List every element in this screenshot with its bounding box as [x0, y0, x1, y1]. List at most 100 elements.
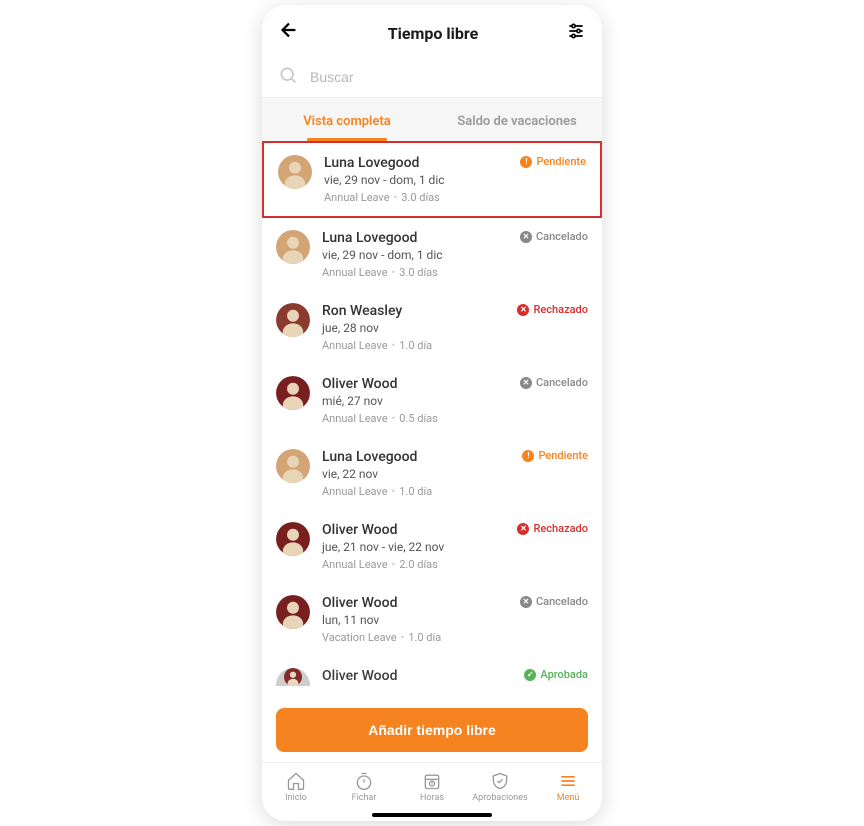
search-icon [278, 65, 298, 89]
item-content: Oliver Woodmié, 27 novAnnual Leave•0.5 d… [322, 376, 508, 425]
avatar [276, 668, 310, 686]
item-duration: 1.0 día [399, 339, 432, 352]
calendar-icon [422, 771, 442, 791]
item-name: Ron Weasley [322, 303, 505, 319]
list-item[interactable]: Luna Lovegoodvie, 29 nov - dom, 1 dicAnn… [262, 141, 602, 218]
header: Tiempo libre [262, 5, 602, 57]
item-duration: 3.0 días [399, 266, 438, 279]
item-duration: 3.0 días [401, 191, 440, 204]
filter-button[interactable] [566, 21, 586, 45]
item-leave-type: Annual Leave [322, 558, 388, 571]
list-item[interactable]: Oliver Wood lun, 11 nov Vacation Leave•1.0… [262, 583, 602, 656]
nav-label: Aprobaciones [472, 793, 527, 803]
item-duration: 1.0 día [399, 485, 432, 498]
item-date: vie, 22 nov [322, 467, 510, 481]
app-screen: Tiempo libre Vista completa Saldo de vac… [262, 5, 602, 821]
dot-separator: • [392, 558, 396, 571]
list-item[interactable]: Luna Lovegoodvie, 22 novAnnual Leave•1.0… [262, 437, 602, 510]
status-text: Aprobada [540, 668, 588, 681]
shield-icon [490, 771, 510, 791]
item-leave-type: Annual Leave [322, 266, 388, 279]
item-duration: 1.0 día [408, 631, 441, 644]
status-icon: ✓ [524, 669, 536, 681]
item-leave-type: Annual Leave [322, 339, 388, 352]
nav-home[interactable]: Inicio [262, 771, 330, 803]
item-name: Luna Lovegood [322, 230, 508, 246]
nav-label: Inicio [285, 793, 307, 803]
tab-complete-view[interactable]: Vista completa [262, 98, 432, 141]
avatar [276, 230, 310, 264]
avatar [276, 449, 310, 483]
status-badge: ✕ Cancelado [520, 230, 588, 243]
status-text: Cancelado [536, 230, 588, 243]
back-button[interactable] [278, 19, 300, 47]
list-item[interactable]: Oliver Wood✓Aprobada [262, 656, 602, 698]
dot-separator: • [392, 412, 396, 425]
search-bar[interactable] [262, 57, 602, 97]
dot-separator: • [394, 191, 398, 204]
item-meta: Vacation Leave•1.0 día [322, 631, 508, 644]
nav-clock[interactable]: Fichar [330, 771, 398, 803]
bottom-nav: Inicio Fichar Horas Aprobaciones Menú [262, 762, 602, 807]
stopwatch-icon [354, 771, 374, 791]
status-badge: ✕ Cancelado [520, 376, 588, 389]
avatar [276, 595, 310, 629]
status-icon: ! [522, 450, 534, 462]
status-icon: ✕ [520, 377, 532, 389]
request-list: Luna Lovegoodvie, 29 nov - dom, 1 dicAnn… [262, 141, 602, 698]
item-meta: Annual Leave •1.0 día [322, 485, 510, 498]
list-item[interactable]: Oliver Wood jue, 21 nov - vie, 22 nov Annu… [262, 510, 602, 583]
item-leave-type: Annual Leave [322, 412, 388, 425]
status-icon: ✕ [520, 231, 532, 243]
status-badge: ✕ Cancelado [520, 595, 588, 608]
menu-icon [558, 771, 578, 791]
item-meta: Annual Leave •0.5 días [322, 412, 508, 425]
item-name: Oliver Wood [322, 595, 508, 611]
item-content: Oliver Wood lun, 11 nov Vacation Leave•1.0… [322, 595, 508, 644]
item-date: mié, 27 nov [322, 394, 508, 408]
status-text: Rechazado [533, 303, 588, 316]
dot-separator: • [392, 485, 396, 498]
status-badge: !Pendiente [520, 155, 586, 168]
status-icon: ! [520, 156, 532, 168]
status-text: Cancelado [536, 595, 588, 608]
avatar [278, 155, 312, 189]
tab-vacation-balance[interactable]: Saldo de vacaciones [432, 98, 602, 141]
nav-label: Horas [420, 793, 444, 803]
item-content: Luna Lovegoodvie, 29 nov - dom, 1 dicAnn… [324, 155, 508, 204]
item-duration: 0.5 días [399, 412, 438, 425]
add-button-container: Añadir tiempo libre [262, 698, 602, 762]
status-text: Cancelado [536, 376, 588, 389]
status-badge: ✓ Aprobada [524, 668, 588, 681]
nav-approvals[interactable]: Aprobaciones [466, 771, 534, 803]
status-badge: !Pendiente [522, 449, 588, 462]
item-meta: Annual Leave•3.0 días [322, 266, 508, 279]
nav-label: Fichar [352, 793, 377, 803]
page-title: Tiempo libre [388, 24, 478, 43]
item-name: Oliver Wood [322, 522, 505, 538]
list-item[interactable]: Luna Lovegoodvie, 29 nov - dom, 1 dicAnn… [262, 218, 602, 291]
status-badge: ✕Rechazado [517, 522, 588, 535]
status-badge: ✕ Rechazado [517, 303, 588, 316]
item-date: jue, 21 nov - vie, 22 nov [322, 540, 505, 554]
item-content: Luna Lovegoodvie, 29 nov - dom, 1 dicAnn… [322, 230, 508, 279]
status-icon: ✕ [520, 596, 532, 608]
item-meta: Annual Leave•3.0 días [324, 191, 508, 204]
home-icon [286, 771, 306, 791]
item-duration: 2.0 días [399, 558, 438, 571]
item-leave-type: Annual Leave [322, 485, 388, 498]
list-item[interactable]: Ron Weasley jue, 28 nov Annual Leave •1.0 d… [262, 291, 602, 364]
add-time-off-button[interactable]: Añadir tiempo libre [276, 708, 588, 752]
avatar [276, 522, 310, 556]
search-input[interactable] [310, 69, 586, 85]
list-item[interactable]: Oliver Woodmié, 27 novAnnual Leave•0.5 d… [262, 364, 602, 437]
item-date: lun, 11 nov [322, 613, 508, 627]
tabs: Vista completa Saldo de vacaciones [262, 97, 602, 141]
status-icon: ✕ [517, 304, 529, 316]
nav-menu[interactable]: Menú [534, 771, 602, 803]
item-content: Oliver Wood jue, 21 nov - vie, 22 nov Annu… [322, 522, 505, 571]
dot-separator: • [392, 339, 396, 352]
item-date: jue, 28 nov [322, 321, 505, 335]
home-indicator [372, 813, 492, 817]
nav-hours[interactable]: Horas [398, 771, 466, 803]
